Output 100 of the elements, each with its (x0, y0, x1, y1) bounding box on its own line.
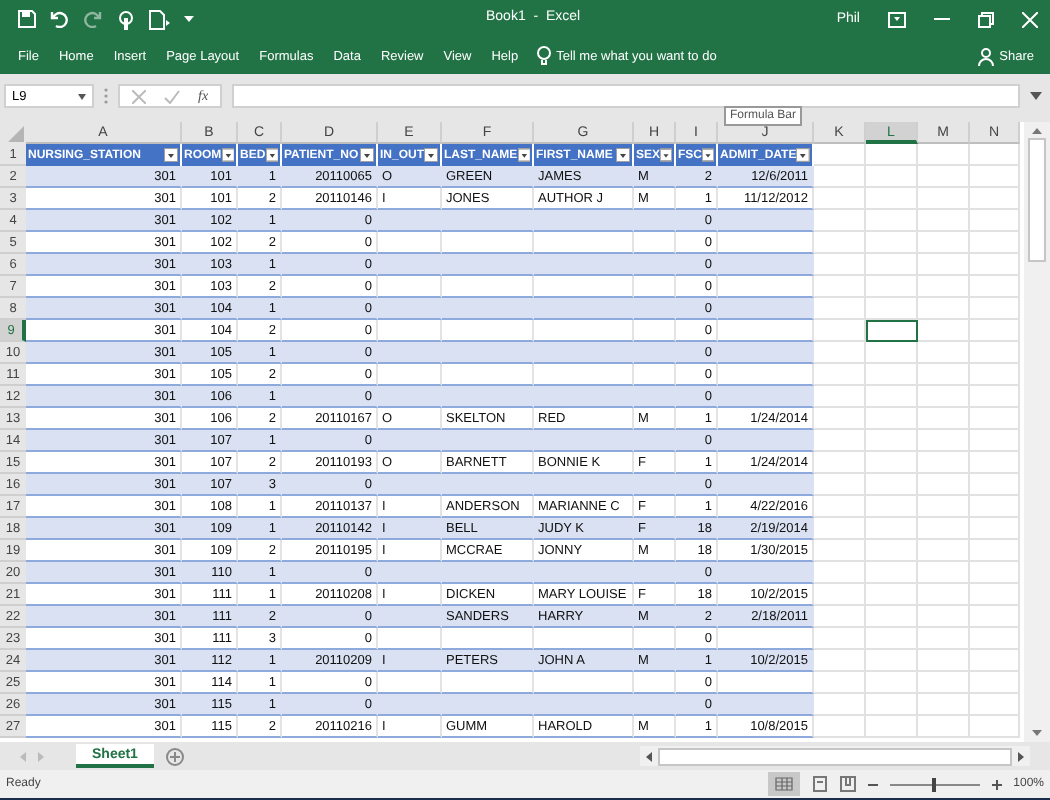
empty-cell[interactable] (918, 342, 970, 364)
scroll-right-icon[interactable] (1018, 751, 1024, 761)
page-layout-view-icon[interactable] (811, 776, 828, 792)
empty-cell[interactable] (814, 628, 866, 650)
empty-cell[interactable] (970, 232, 1020, 254)
empty-cell[interactable] (970, 408, 1020, 430)
empty-cell[interactable] (970, 364, 1020, 386)
scroll-thumb[interactable] (658, 747, 1012, 765)
empty-cell[interactable] (918, 210, 970, 232)
empty-cell[interactable] (918, 562, 970, 584)
check-icon[interactable] (164, 89, 180, 103)
empty-cell[interactable] (918, 276, 970, 298)
table-cell[interactable] (718, 562, 814, 584)
empty-cell[interactable] (918, 386, 970, 408)
empty-cell[interactable] (814, 716, 866, 738)
empty-cell[interactable] (866, 430, 918, 452)
add-sheet-icon[interactable] (165, 747, 184, 765)
empty-cell[interactable] (866, 232, 918, 254)
empty-cell[interactable] (866, 342, 918, 364)
empty-cell[interactable] (970, 342, 1020, 364)
empty-cell[interactable] (970, 386, 1020, 408)
empty-cell[interactable] (866, 628, 918, 650)
scroll-down-icon[interactable] (1032, 730, 1042, 736)
empty-cell[interactable] (918, 188, 970, 210)
empty-cell[interactable] (814, 452, 866, 474)
empty-cell[interactable] (970, 452, 1020, 474)
empty-cell[interactable] (970, 298, 1020, 320)
empty-cell[interactable] (918, 606, 970, 628)
empty-cell[interactable] (970, 496, 1020, 518)
normal-view-icon[interactable] (767, 772, 800, 796)
empty-cell[interactable] (866, 716, 918, 738)
scroll-left-icon[interactable] (646, 751, 652, 761)
cancel-icon[interactable] (132, 89, 146, 103)
zoom-in-icon[interactable] (991, 779, 1002, 789)
empty-cell[interactable] (918, 254, 970, 276)
empty-cell[interactable] (918, 144, 970, 166)
empty-cell[interactable] (970, 562, 1020, 584)
empty-cell[interactable] (866, 694, 918, 716)
empty-cell[interactable] (970, 276, 1020, 298)
table-cell[interactable] (718, 298, 814, 320)
table-cell[interactable] (718, 430, 814, 452)
empty-cell[interactable] (866, 584, 918, 606)
selected-cell[interactable] (866, 320, 918, 342)
empty-cell[interactable] (814, 672, 866, 694)
empty-cell[interactable] (918, 716, 970, 738)
empty-cell[interactable] (814, 408, 866, 430)
table-cell[interactable] (718, 210, 814, 232)
scroll-thumb[interactable] (1028, 138, 1046, 262)
filter-dropdown-icon[interactable] (424, 148, 438, 162)
empty-cell[interactable] (970, 254, 1020, 276)
empty-cell[interactable] (918, 540, 970, 562)
empty-cell[interactable] (918, 430, 970, 452)
empty-cell[interactable] (814, 188, 866, 210)
touch-mode-icon[interactable] (116, 9, 136, 29)
table-cell[interactable] (718, 474, 814, 496)
sheet-prev-icon[interactable] (20, 751, 26, 761)
empty-cell[interactable] (970, 606, 1020, 628)
filter-dropdown-icon[interactable] (616, 148, 630, 162)
empty-cell[interactable] (866, 188, 918, 210)
empty-cell[interactable] (866, 650, 918, 672)
formula-input[interactable] (232, 84, 1020, 108)
select-all-corner[interactable] (0, 122, 26, 144)
filter-dropdown-icon[interactable] (265, 148, 278, 162)
empty-cell[interactable] (970, 474, 1020, 496)
empty-cell[interactable] (866, 144, 918, 166)
save-icon[interactable] (18, 10, 36, 28)
empty-cell[interactable] (970, 320, 1020, 342)
empty-cell[interactable] (918, 628, 970, 650)
empty-cell[interactable] (970, 628, 1020, 650)
empty-cell[interactable] (866, 518, 918, 540)
empty-cell[interactable] (918, 320, 970, 342)
empty-cell[interactable] (866, 210, 918, 232)
filter-dropdown-icon[interactable] (702, 148, 714, 162)
empty-cell[interactable] (866, 408, 918, 430)
empty-cell[interactable] (970, 166, 1020, 188)
customize-caret-icon[interactable] (184, 15, 194, 23)
empty-cell[interactable] (918, 650, 970, 672)
empty-cell[interactable] (970, 672, 1020, 694)
filter-dropdown-icon[interactable] (164, 148, 178, 162)
filter-dropdown-icon[interactable] (221, 148, 234, 162)
empty-cell[interactable] (814, 496, 866, 518)
table-cell[interactable] (718, 694, 814, 716)
filter-dropdown-icon[interactable] (360, 148, 374, 162)
filter-dropdown-icon[interactable] (660, 148, 672, 162)
empty-cell[interactable] (918, 408, 970, 430)
table-cell[interactable] (718, 342, 814, 364)
empty-cell[interactable] (866, 166, 918, 188)
empty-cell[interactable] (970, 430, 1020, 452)
empty-cell[interactable] (866, 276, 918, 298)
empty-cell[interactable] (970, 650, 1020, 672)
empty-cell[interactable] (814, 232, 866, 254)
empty-cell[interactable] (970, 716, 1020, 738)
close-icon[interactable] (1022, 11, 1038, 27)
vertical-scrollbar[interactable] (1024, 122, 1050, 742)
filter-dropdown-icon[interactable] (517, 148, 530, 162)
empty-cell[interactable] (970, 188, 1020, 210)
empty-cell[interactable] (814, 276, 866, 298)
page-break-view-icon[interactable] (839, 776, 856, 792)
empty-cell[interactable] (970, 694, 1020, 716)
table-cell[interactable] (718, 386, 814, 408)
